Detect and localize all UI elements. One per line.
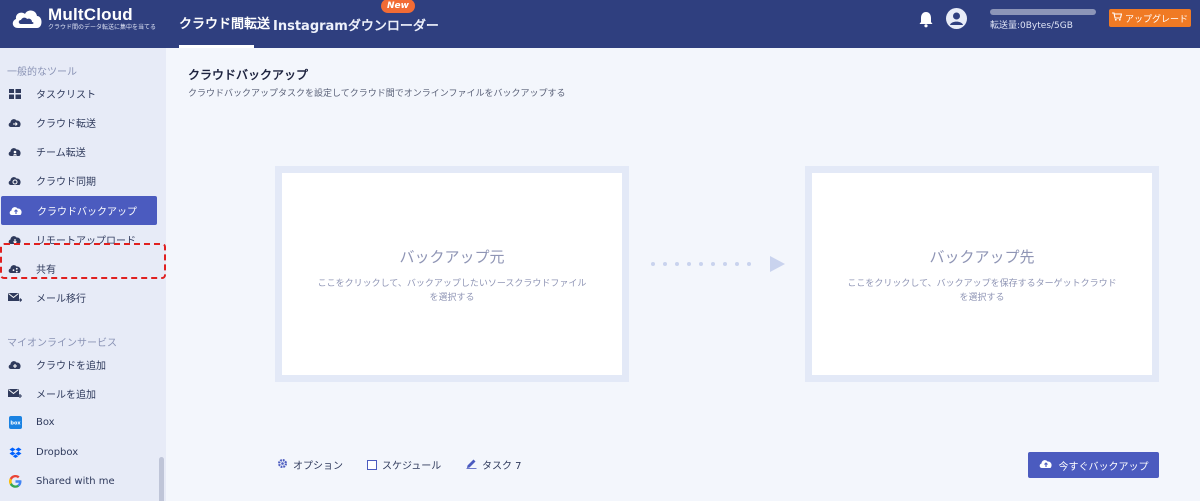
target-desc-line2: を選択する (959, 293, 1005, 303)
sidebar-item-task-list[interactable]: タスクリスト (0, 79, 166, 108)
backup-target-panel[interactable]: バックアップ先 ここをクリックして、バックアップを保存するターゲットクラウド を… (805, 166, 1159, 382)
team-transfer-icon (8, 146, 22, 158)
svg-text:box: box (10, 421, 21, 427)
sidebar-item-label: クラウド同期 (36, 177, 96, 188)
page-subtitle: クラウドバックアップタスクを設定してクラウド間でオンラインファイルをバックアップ… (188, 89, 566, 99)
target-title: バックアップ先 (929, 248, 1035, 266)
arrow-dots-icon (651, 256, 786, 272)
top-bar: MultCloud クラウド間のデータ転送に集中を当てる クラウド間転送 Ins… (0, 0, 1200, 48)
cloud-backup-icon (1039, 458, 1053, 472)
cloud-sync-icon (8, 175, 22, 187)
sidebar-item-shared-with-me[interactable]: Shared with me (0, 467, 166, 496)
sidebar-item-add-cloud[interactable]: クラウドを追加 (0, 350, 166, 379)
sidebar-item-share[interactable]: 共有 (0, 254, 166, 283)
options-label: オプション (293, 461, 343, 472)
backup-now-label: 今すぐバックアップ (1058, 461, 1149, 473)
new-badge: New (381, 0, 415, 13)
sidebar-item-label: リモートアップロード (36, 236, 136, 247)
task-label: タスク 7 (482, 461, 522, 472)
sidebar-item-cloud-backup[interactable]: クラウドバックアップ (1, 196, 157, 225)
pencil-icon (466, 458, 477, 472)
bell-icon[interactable] (917, 10, 935, 28)
sidebar-item-label: メール移行 (36, 294, 86, 305)
page-title: クラウドバックアップ (188, 68, 309, 82)
sidebar: 一般的なツール タスクリスト クラウド転送 チーム転送 クラウド同期 クラウドバ… (0, 48, 166, 501)
sidebar-item-cloud-sync[interactable]: クラウド同期 (0, 166, 166, 195)
schedule-label: スケジュール (382, 461, 442, 472)
upgrade-button[interactable]: アップグレード (1109, 9, 1191, 27)
backup-source-panel[interactable]: バックアップ元 ここをクリックして、バックアップしたいソースクラウドファイル を… (275, 166, 629, 382)
tab-label: Instagramダウンローダー (273, 18, 439, 34)
cart-icon (1111, 12, 1123, 24)
schedule-button[interactable]: スケジュール (367, 457, 441, 472)
user-avatar-icon[interactable] (946, 8, 967, 29)
sidebar-item-label: 共有 (36, 265, 56, 276)
sidebar-item-email-migration[interactable]: メール移行 (0, 283, 166, 312)
add-email-icon (8, 388, 22, 400)
section-general-tools: 一般的なツール (7, 67, 77, 78)
app-name: MultCloud (48, 5, 133, 24)
section-my-online-services: マイオンラインサービス (7, 338, 117, 349)
grid-icon (8, 88, 22, 100)
google-icon (8, 475, 22, 488)
target-description: ここをクリックして、バックアップを保存するターゲットクラウド を選択する (832, 277, 1132, 305)
remote-upload-icon (8, 234, 22, 246)
quota-text: 転送量:0Bytes/5GB (990, 21, 1073, 31)
tab-label: クラウド間転送 (179, 17, 271, 32)
schedule-checkbox[interactable] (367, 459, 377, 470)
sidebar-item-add-email[interactable]: メールを追加 (0, 379, 166, 408)
sidebar-item-label: チーム転送 (36, 148, 86, 159)
sidebar-item-cloud-transfer[interactable]: クラウド転送 (0, 108, 166, 137)
target-desc-line1: ここをクリックして、バックアップを保存するターゲットクラウド (847, 279, 1117, 289)
cloud-transfer-icon (8, 117, 22, 129)
sidebar-item-label: クラウドバックアップ (37, 207, 137, 218)
source-description: ここをクリックして、バックアップしたいソースクラウドファイル を選択する (302, 277, 602, 305)
options-button[interactable]: オプション (277, 457, 343, 472)
app-tagline: クラウド間のデータ転送に集中を当てる (48, 24, 157, 31)
sidebar-item-remote-upload[interactable]: リモートアップロード (0, 225, 166, 254)
sidebar-item-label: Shared with me (36, 476, 115, 487)
share-icon (8, 263, 22, 275)
backup-now-button[interactable]: 今すぐバックアップ (1028, 452, 1159, 478)
email-migration-icon (8, 292, 22, 304)
sidebar-item-dropbox[interactable]: Dropbox (0, 438, 166, 467)
sidebar-item-label: クラウド転送 (36, 119, 96, 130)
gear-icon (277, 458, 288, 472)
sidebar-item-label: メールを追加 (36, 390, 96, 401)
sidebar-item-label: クラウドを追加 (36, 361, 106, 372)
cloud-backup-icon (9, 205, 23, 217)
logo[interactable]: MultCloud クラウド間のデータ転送に集中を当てる (10, 6, 156, 32)
quota-progress-bar (990, 9, 1096, 15)
add-cloud-icon (8, 359, 22, 371)
sidebar-item-box[interactable]: box Box (0, 408, 166, 437)
cloud-logo-icon (10, 6, 44, 32)
tab-cloud-transfer[interactable]: クラウド間転送 (179, 0, 270, 48)
upgrade-label: アップグレード (1124, 14, 1188, 25)
source-desc-line2: を選択する (429, 293, 475, 303)
sidebar-item-team-transfer[interactable]: チーム転送 (0, 137, 166, 166)
sidebar-scrollbar[interactable] (159, 457, 164, 501)
dropbox-icon (8, 447, 22, 459)
source-title: バックアップ元 (399, 248, 505, 266)
task-name-button[interactable]: タスク 7 (466, 457, 522, 472)
source-desc-line1: ここをクリックして、バックアップしたいソースクラウドファイル (317, 279, 587, 289)
box-icon: box (8, 416, 22, 429)
sidebar-item-label: Dropbox (36, 447, 79, 458)
sidebar-item-label: タスクリスト (36, 90, 96, 101)
sidebar-item-label: Box (36, 417, 55, 428)
